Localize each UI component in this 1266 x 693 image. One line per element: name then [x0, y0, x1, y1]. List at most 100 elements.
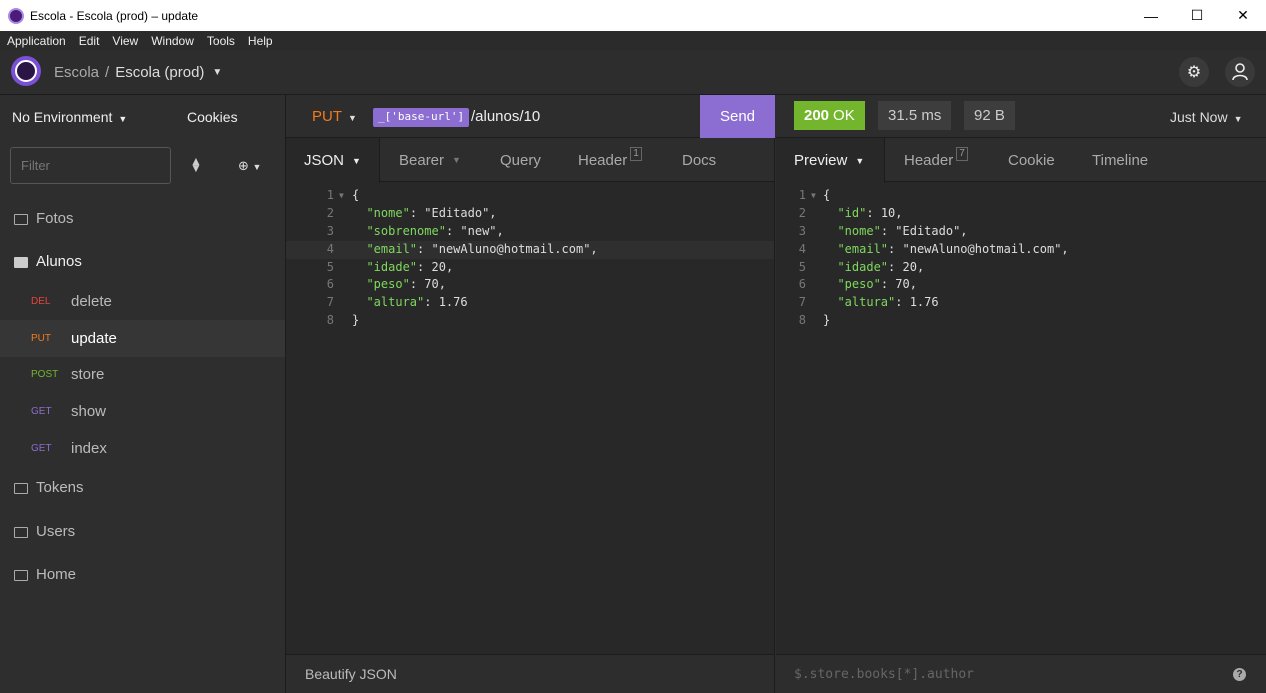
- breadcrumb-workspace[interactable]: Escola: [54, 64, 99, 81]
- folder-label: Fotos: [36, 210, 74, 227]
- menu-view[interactable]: View: [105, 34, 144, 48]
- chevron-down-icon: ▼: [855, 155, 865, 166]
- folder-tokens[interactable]: Tokens: [0, 469, 285, 506]
- code-text: "sobrenome": "new",: [366, 223, 504, 238]
- response-footer: $.store.books[*].author ?: [776, 654, 1266, 693]
- response-filter-input[interactable]: $.store.books[*].author: [794, 667, 974, 682]
- insomnia-logo-icon[interactable]: [11, 56, 41, 86]
- environment-dropdown[interactable]: No Environment ▼: [12, 109, 127, 125]
- title-bar: Escola - Escola (prod) – update — ☐ ✕: [0, 0, 1266, 31]
- response-time-badge: 31.5 ms: [878, 101, 952, 130]
- tab-label: Query: [500, 151, 541, 169]
- folder-icon: [14, 570, 28, 581]
- breadcrumb[interactable]: Escola / Escola (prod) ▼: [54, 64, 222, 81]
- code-text: "idade": 20,: [366, 259, 454, 274]
- menu-window[interactable]: Window: [144, 34, 200, 48]
- tab-label: Header: [578, 151, 628, 169]
- tab-response-header[interactable]: Header 7: [904, 138, 968, 182]
- menu-tools[interactable]: Tools: [200, 34, 241, 48]
- menu-help[interactable]: Help: [241, 34, 279, 48]
- folder-icon: [14, 214, 28, 225]
- filter-input[interactable]: Filter: [10, 147, 171, 184]
- help-icon[interactable]: ?: [1233, 668, 1246, 681]
- add-item-icon[interactable]: ⊕ ▼: [238, 158, 261, 174]
- request-footer: Beautify JSON: [286, 654, 774, 693]
- settings-gear-icon[interactable]: ⚙: [1179, 57, 1209, 87]
- window-controls: — ☐ ✕: [1128, 0, 1266, 31]
- url-input[interactable]: /alunos/10: [471, 108, 540, 125]
- folder-label: Home: [36, 566, 77, 583]
- request-update[interactable]: PUT update: [0, 320, 285, 357]
- method-badge: PUT: [31, 333, 51, 344]
- request-body-editor[interactable]: 1 ▼{ 2 "nome": "Editado", 3 "sobrenome": …: [286, 187, 774, 330]
- folder-alunos[interactable]: Alunos: [0, 243, 285, 280]
- tab-label: JSON: [304, 152, 345, 169]
- base-url-variable-tag[interactable]: _['base-url']: [373, 108, 470, 127]
- request-store[interactable]: POST store: [0, 356, 285, 393]
- folder-icon: [14, 527, 28, 538]
- status-code: 200: [804, 107, 830, 124]
- window-title: Escola - Escola (prod) – update: [30, 8, 199, 23]
- chevron-down-icon: ▼: [348, 113, 357, 123]
- folder-label: Users: [36, 523, 76, 540]
- tab-header[interactable]: Header 1: [578, 138, 642, 182]
- send-button[interactable]: Send: [700, 95, 775, 138]
- tab-bearer[interactable]: Bearer ▼: [399, 138, 461, 182]
- response-body-viewer[interactable]: 1 ▼{ 2 "id": 10, 3 "nome": "Editado", 4 "…: [776, 187, 1266, 330]
- menu-application[interactable]: Application: [0, 34, 72, 48]
- minimize-button[interactable]: —: [1128, 0, 1174, 31]
- fold-arrow-icon[interactable]: ▼: [811, 187, 816, 205]
- code-text: "email": "newAluno@hotmail.com",: [837, 241, 1069, 256]
- code-text: "email": "newAluno@hotmail.com",: [366, 241, 598, 256]
- tab-query[interactable]: Query: [500, 138, 541, 182]
- account-user-icon[interactable]: [1225, 57, 1255, 87]
- breadcrumb-environment[interactable]: Escola (prod): [115, 64, 204, 81]
- folder-open-icon: [14, 257, 28, 268]
- request-show[interactable]: GET show: [0, 393, 285, 430]
- tab-json[interactable]: JSON ▼: [286, 138, 380, 183]
- response-history-dropdown[interactable]: Just Now ▼: [1170, 109, 1243, 125]
- tab-cookie[interactable]: Cookie: [1008, 138, 1055, 182]
- code-line: 2 "nome": "Editado",: [286, 205, 774, 223]
- fold-arrow-icon[interactable]: ▼: [339, 187, 344, 205]
- method-dropdown[interactable]: PUT ▼: [312, 108, 357, 125]
- tab-label: Bearer: [399, 151, 445, 169]
- beautify-json-button[interactable]: Beautify JSON: [305, 666, 397, 682]
- close-button[interactable]: ✕: [1220, 0, 1266, 31]
- insomnia-app-icon: [8, 7, 24, 24]
- method-badge: DEL: [31, 296, 51, 307]
- code-line: 3 "sobrenome": "new",: [286, 223, 774, 241]
- response-time-label: Just Now: [1170, 109, 1228, 125]
- folder-icon: [14, 483, 28, 494]
- code-line: 8}: [776, 312, 1266, 330]
- code-text: "peso": 70,: [366, 277, 446, 292]
- maximize-button[interactable]: ☐: [1174, 0, 1220, 31]
- method-badge: POST: [31, 369, 59, 380]
- folder-users[interactable]: Users: [0, 513, 285, 550]
- request-index[interactable]: GET index: [0, 430, 285, 467]
- request-label: update: [71, 330, 117, 347]
- code-text: {: [823, 188, 831, 202]
- folder-home[interactable]: Home: [0, 556, 285, 593]
- code-line: 5 "idade": 20,: [776, 259, 1266, 277]
- request-delete[interactable]: DEL delete: [0, 283, 285, 320]
- method-badge: GET: [31, 406, 52, 417]
- folder-label: Alunos: [36, 253, 82, 270]
- tab-timeline[interactable]: Timeline: [1092, 138, 1148, 182]
- sort-icon[interactable]: ▲ ▼: [190, 155, 202, 174]
- menu-bar: Application Edit View Window Tools Help: [0, 31, 1266, 51]
- code-line: 1 ▼{: [286, 187, 774, 205]
- breadcrumb-separator: /: [105, 64, 110, 81]
- code-line: 7 "altura": 1.76: [776, 294, 1266, 312]
- tab-preview[interactable]: Preview ▼: [776, 138, 885, 183]
- request-label: show: [71, 403, 107, 420]
- menu-edit[interactable]: Edit: [72, 34, 106, 48]
- header-count-badge: 7: [956, 147, 968, 161]
- code-text: "peso": 70,: [837, 277, 917, 292]
- response-tabs: Preview ▼ Header 7 Cookie Timeline: [776, 138, 1266, 183]
- cookies-button[interactable]: Cookies: [187, 109, 238, 125]
- tab-docs[interactable]: Docs: [682, 138, 716, 182]
- folder-fotos[interactable]: Fotos: [0, 200, 285, 237]
- environment-label: No Environment: [12, 109, 113, 125]
- request-label: index: [71, 440, 107, 457]
